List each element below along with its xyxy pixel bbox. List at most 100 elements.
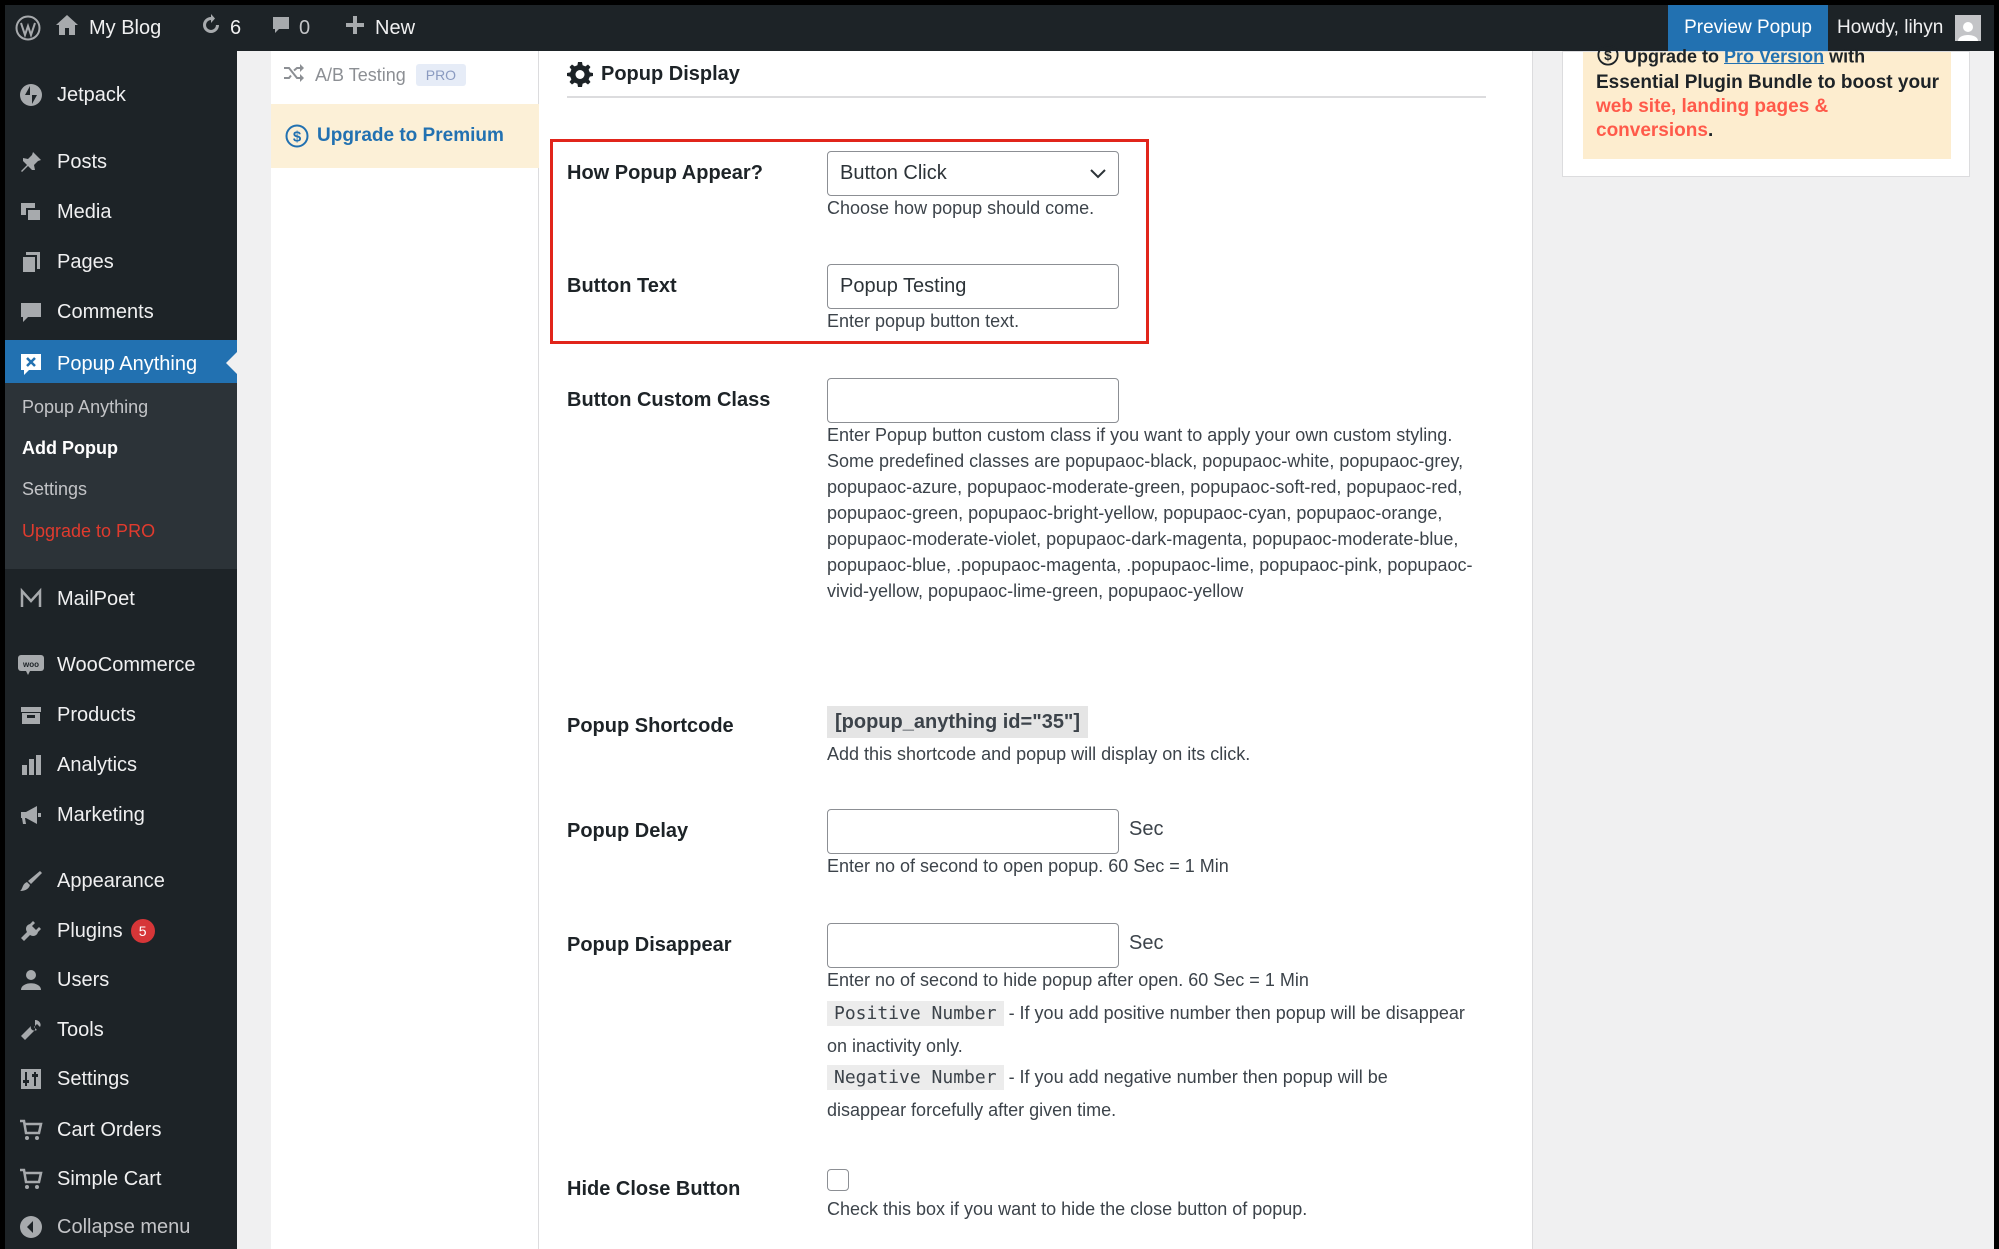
sidebar-item-label: Analytics xyxy=(57,753,138,776)
sidebar-item-label: Popup Anything xyxy=(57,352,198,375)
collapse-menu-button[interactable]: Collapse menu xyxy=(5,1205,237,1249)
sidebar-item-settings[interactable]: Settings xyxy=(5,1057,237,1101)
settings-tabs: A/B Testing PRO $ Upgrade to Premium xyxy=(271,51,539,1249)
sidebar-item-label: Users xyxy=(57,968,110,991)
pages-icon xyxy=(17,248,45,276)
delay-label: Popup Delay xyxy=(567,820,689,842)
positive-number-code: Positive Number xyxy=(827,1001,1004,1026)
sidebar-item-jetpack[interactable]: Jetpack xyxy=(5,73,237,117)
admin-sidebar: Jetpack Posts Media Pages Comments Popup… xyxy=(5,51,237,1249)
promo-text: Essential Plugin Bundle to boost your we… xyxy=(1596,71,1946,143)
sidebar-item-popup-anything[interactable]: Popup Anything xyxy=(5,340,237,388)
sidebar-item-label: Cart Orders xyxy=(57,1118,162,1141)
browser-viewport: My Blog 6 0 New Preview Popup Howdy, lih… xyxy=(5,5,1994,1249)
megaphone-icon xyxy=(17,801,45,829)
sidebar-item-woocommerce[interactable]: woo WooCommerce xyxy=(5,643,237,687)
cart-icon xyxy=(17,1165,45,1193)
dollar-circle-icon: $ xyxy=(285,124,309,148)
howdy-label: Howdy, lihyn xyxy=(1837,17,1944,38)
custom-class-input[interactable] xyxy=(827,378,1119,423)
gear-icon xyxy=(567,61,601,87)
sidebar-item-users[interactable]: Users xyxy=(5,958,237,1002)
shuffle-icon xyxy=(283,63,305,88)
submenu-item-settings[interactable]: Settings xyxy=(22,479,87,500)
new-label: New xyxy=(375,16,416,39)
button-text-description: Enter popup button text. xyxy=(827,311,1020,331)
plus-icon xyxy=(345,15,365,41)
shortcode-label: Popup Shortcode xyxy=(567,715,734,737)
promo-text-end: . xyxy=(1707,120,1714,141)
submenu-item-popup-anything[interactable]: Popup Anything xyxy=(22,397,148,418)
tab-label: A/B Testing xyxy=(315,64,406,85)
appear-select-value: Button Click xyxy=(840,162,947,184)
updates-count: 6 xyxy=(230,16,242,39)
sidebar-item-posts[interactable]: Posts xyxy=(5,140,237,184)
sidebar-item-label: Simple Cart xyxy=(57,1167,162,1190)
sidebar-item-marketing[interactable]: Marketing xyxy=(5,793,237,837)
collapse-arrow-icon xyxy=(17,1213,45,1241)
sidebar-item-comments[interactable]: Comments xyxy=(5,290,237,334)
tab-upgrade-to-premium[interactable]: $ Upgrade to Premium xyxy=(271,104,539,168)
appear-description: Choose how popup should come. xyxy=(827,198,1095,218)
comments-count: 0 xyxy=(299,16,311,39)
delay-description: Enter no of second to open popup. 60 Sec… xyxy=(827,856,1229,876)
promo-top-line: $ Upgrade to Pro Version with xyxy=(1597,44,1865,71)
appear-label: How Popup Appear? xyxy=(567,162,763,184)
popup-display-panel: Popup Display How Popup Appear? Button C… xyxy=(539,51,1533,1249)
promo-top-suffix: with xyxy=(1829,46,1866,67)
avatar xyxy=(1955,15,1982,41)
disappear-label: Popup Disappear xyxy=(567,934,732,956)
sidebar-item-label: Products xyxy=(57,703,136,726)
section-title-text: Popup Display xyxy=(601,62,740,85)
sidebar-item-label: Jetpack xyxy=(57,83,126,106)
jetpack-icon xyxy=(17,81,45,109)
sidebar-item-simple-cart[interactable]: Simple Cart xyxy=(5,1157,237,1201)
sidebar-item-cart-orders[interactable]: Cart Orders xyxy=(5,1108,237,1152)
sidebar-item-mailpoet[interactable]: MailPoet xyxy=(5,577,237,621)
promo-banner: $ Upgrade to Pro Version with Essential … xyxy=(1583,44,1951,159)
tab-ab-testing[interactable]: A/B Testing PRO xyxy=(283,57,467,93)
delay-input[interactable] xyxy=(827,809,1119,854)
shortcode-description: Add this shortcode and popup will displa… xyxy=(827,744,1251,764)
svg-text:woo: woo xyxy=(22,660,39,669)
sidebar-item-pages[interactable]: Pages xyxy=(5,240,237,284)
cart-icon xyxy=(17,1116,45,1144)
hide-close-checkbox[interactable] xyxy=(827,1169,849,1191)
sidebar-item-label: Marketing xyxy=(57,803,145,826)
new-content-link[interactable]: New xyxy=(345,5,415,51)
disappear-description: Enter no of second to hide popup after o… xyxy=(827,970,1309,990)
submenu-item-add-popup[interactable]: Add Popup xyxy=(22,438,118,459)
products-icon xyxy=(17,701,45,729)
comments-link[interactable]: 0 xyxy=(271,5,310,51)
sidebar-item-analytics[interactable]: Analytics xyxy=(5,743,237,787)
hide-close-description: Check this box if you want to hide the c… xyxy=(827,1199,1308,1219)
wrench-icon xyxy=(17,1016,45,1044)
mailpoet-icon xyxy=(17,585,45,613)
chevron-down-icon xyxy=(1090,168,1106,179)
wordpress-logo-icon[interactable] xyxy=(15,5,41,51)
sidebar-item-tools[interactable]: Tools xyxy=(5,1008,237,1052)
media-icon xyxy=(17,198,45,226)
button-text-label: Button Text xyxy=(567,275,677,297)
sidebar-item-label: Appearance xyxy=(57,869,165,892)
bar-chart-icon xyxy=(17,751,45,779)
home-icon xyxy=(55,14,79,42)
sidebar-item-appearance[interactable]: Appearance xyxy=(5,859,237,903)
shortcode-value[interactable]: [popup_anything id="35"] xyxy=(827,706,1089,738)
sidebar-item-products[interactable]: Products xyxy=(5,693,237,737)
sidebar-item-plugins[interactable]: Plugins 5 xyxy=(5,909,237,953)
user-icon xyxy=(17,966,45,994)
sidebar-item-label: Tools xyxy=(57,1018,104,1041)
settings-sliders-icon xyxy=(17,1065,45,1093)
button-text-input[interactable]: Popup Testing xyxy=(827,264,1119,309)
sidebar-item-media[interactable]: Media xyxy=(5,190,237,234)
custom-class-description: Enter Popup button custom class if you w… xyxy=(827,425,1473,601)
appear-select[interactable]: Button Click xyxy=(827,151,1119,196)
disappear-input[interactable] xyxy=(827,923,1119,968)
pro-version-link[interactable]: Pro Version xyxy=(1724,46,1824,66)
submenu-item-upgrade-to-pro[interactable]: Upgrade to PRO xyxy=(22,521,155,542)
custom-class-label: Button Custom Class xyxy=(567,389,771,411)
collapse-label: Collapse menu xyxy=(57,1215,191,1238)
updates-link[interactable]: 6 xyxy=(200,5,241,51)
site-name-link[interactable]: My Blog xyxy=(55,5,161,51)
